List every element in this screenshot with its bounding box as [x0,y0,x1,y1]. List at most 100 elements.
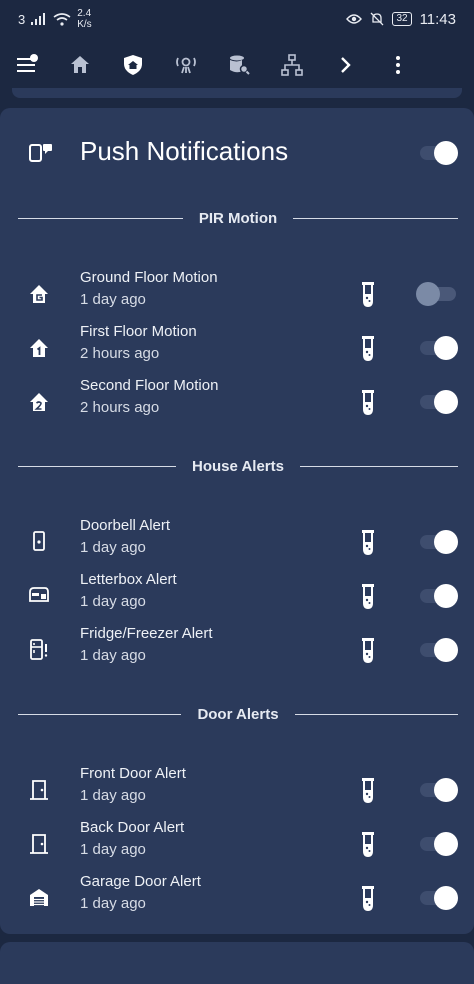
toggle-knob [434,390,458,414]
doorbell-icon [33,531,45,551]
divider-line [18,713,182,715]
divider-line [18,217,183,219]
network-speed: 2.4 K/s [77,8,91,30]
toggle-knob [434,336,458,360]
test-tube-icon[interactable] [360,335,376,361]
alert-row: Garage Door Alert 1 day ago [0,873,474,923]
menu-button[interactable] [0,38,53,92]
alert-row: Fridge/Freezer Alert 1 day ago [0,625,474,675]
test-tube-icon[interactable] [360,637,376,663]
section-title: House Alerts [192,457,284,475]
section-header: Door Alerts [18,704,458,724]
toggle-knob [434,584,458,608]
alert-row: Letterbox Alert 1 day ago [0,571,474,621]
security-icon [123,55,142,75]
top-toolbar [0,38,474,92]
toggle-knob [434,530,458,554]
tab-security[interactable] [106,38,159,92]
alert-name: Doorbell Alert [80,517,171,534]
alert-row: Back Door Alert 1 day ago [0,819,474,869]
section-header: PIR Motion [18,208,459,228]
toggle-knob [434,141,458,165]
tab-more-right[interactable] [318,38,371,92]
storage-icon [229,55,250,75]
home-floor-1-icon [30,339,48,357]
chevron-right-icon [340,57,351,73]
home-floor-g-icon [30,285,48,303]
alert-name: Ground Floor Motion [80,269,218,286]
door-icon [30,834,48,854]
alert-name: Fridge/Freezer Alert [80,625,213,642]
cellphone-message-icon [29,144,52,162]
last-triggered: 1 day ago [80,539,146,556]
overflow-menu-button[interactable] [371,38,424,92]
alert-name: Garage Door Alert [80,873,201,890]
section-title: PIR Motion [198,209,278,227]
garage-icon [30,889,48,906]
speed-unit: K/s [77,19,92,30]
last-triggered: 1 day ago [80,291,146,308]
last-triggered: 2 hours ago [80,399,160,416]
test-tube-icon[interactable] [360,389,376,415]
push-notifications-toggle[interactable] [418,140,458,166]
alert-name: First Floor Motion [80,323,197,340]
divider-line [300,465,459,467]
alert-toggle[interactable] [416,281,458,307]
section-header: House Alerts [18,456,459,476]
test-tube-icon[interactable] [360,281,376,307]
toggle-knob [434,778,458,802]
carrier-label: 3 [18,11,26,27]
signal-icon [31,13,46,25]
clock: 11:43 [419,10,456,28]
alert-name: Front Door Alert [80,765,186,782]
eye-icon [346,14,363,24]
alert-toggle[interactable] [418,637,458,663]
alert-row: Ground Floor Motion 1 day ago [0,269,474,319]
next-card-edge [0,942,474,984]
divider-line [294,713,458,715]
tab-home[interactable] [53,38,106,92]
network-icon [280,54,303,76]
last-triggered: 2 hours ago [80,345,160,362]
alert-toggle[interactable] [418,583,458,609]
status-bar: 3 2.4 K/s 32 11:43 [0,0,474,38]
alert-name: Second Floor Motion [80,377,219,394]
push-notifications-row: Push Notifications [0,122,474,182]
last-triggered: 1 day ago [80,895,146,912]
menu-icon [16,54,38,72]
page-title: Push Notifications [80,136,289,166]
alert-row: First Floor Motion 2 hours ago [0,323,474,373]
wifi-icon [53,12,71,26]
test-tube-icon[interactable] [360,583,376,609]
section-title: Door Alerts [197,705,279,723]
alert-toggle[interactable] [418,831,458,857]
bell-off-icon [370,12,384,26]
tab-motion[interactable] [159,38,212,92]
last-triggered: 1 day ago [80,841,146,858]
alert-toggle[interactable] [418,529,458,555]
alert-toggle[interactable] [418,777,458,803]
toggle-knob [434,638,458,662]
last-triggered: 1 day ago [80,647,146,664]
alert-row: Doorbell Alert 1 day ago [0,517,474,567]
alert-toggle[interactable] [418,389,458,415]
speed-value: 2.4 [77,8,92,19]
alert-name: Back Door Alert [80,819,185,836]
test-tube-icon[interactable] [360,831,376,857]
tab-storage[interactable] [212,38,265,92]
alert-toggle[interactable] [418,335,458,361]
previous-card-edge [12,88,462,98]
tab-network[interactable] [265,38,318,92]
toggle-knob [416,282,440,306]
alert-toggle[interactable] [418,885,458,911]
last-triggered: 1 day ago [80,787,146,804]
test-tube-icon[interactable] [360,777,376,803]
test-tube-icon[interactable] [360,529,376,555]
battery-indicator: 32 [392,12,412,26]
alert-row: Front Door Alert 1 day ago [0,765,474,815]
alert-row: Second Floor Motion 2 hours ago [0,377,474,427]
alert-name: Letterbox Alert [80,571,177,588]
door-icon [30,780,48,800]
letterbox-icon [29,587,49,602]
test-tube-icon[interactable] [360,885,376,911]
